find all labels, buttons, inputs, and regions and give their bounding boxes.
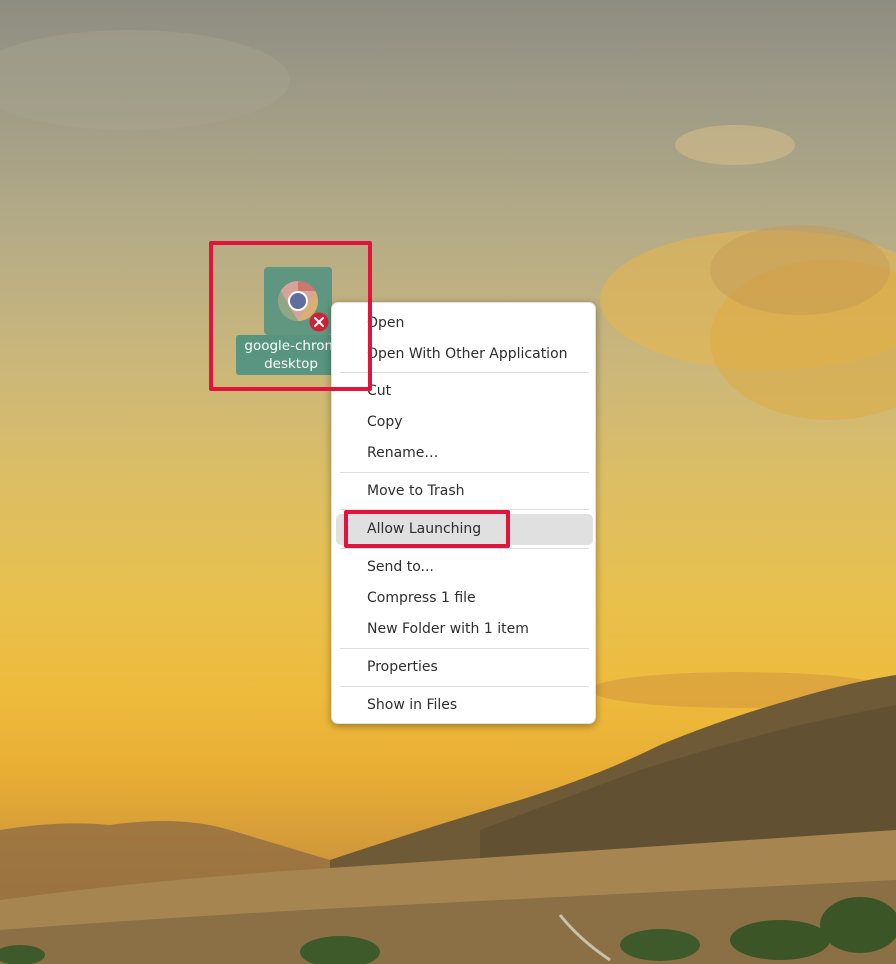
menu-item-send-to[interactable]: Send to... [336,552,593,583]
menu-separator [340,686,589,687]
menu-item-move-to-trash[interactable]: Move to Trash [336,476,593,507]
menu-separator [340,472,589,473]
menu-separator [340,372,589,373]
menu-item-show-in-files[interactable]: Show in Files [336,690,593,721]
menu-item-open[interactable]: Open [336,308,593,339]
menu-item-compress[interactable]: Compress 1 file [336,583,593,614]
menu-item-cut[interactable]: Cut [336,376,593,407]
menu-item-rename[interactable]: Rename… [336,438,593,469]
menu-item-copy[interactable]: Copy [336,407,593,438]
menu-separator [340,548,589,549]
highlight-box-allow-launching [344,510,510,548]
menu-item-open-with-other-application[interactable]: Open With Other Application [336,339,593,370]
highlight-box-desktop-icon [209,241,372,391]
menu-item-properties[interactable]: Properties [336,652,593,683]
menu-separator [340,648,589,649]
menu-item-new-folder-with-item[interactable]: New Folder with 1 item [336,614,593,645]
